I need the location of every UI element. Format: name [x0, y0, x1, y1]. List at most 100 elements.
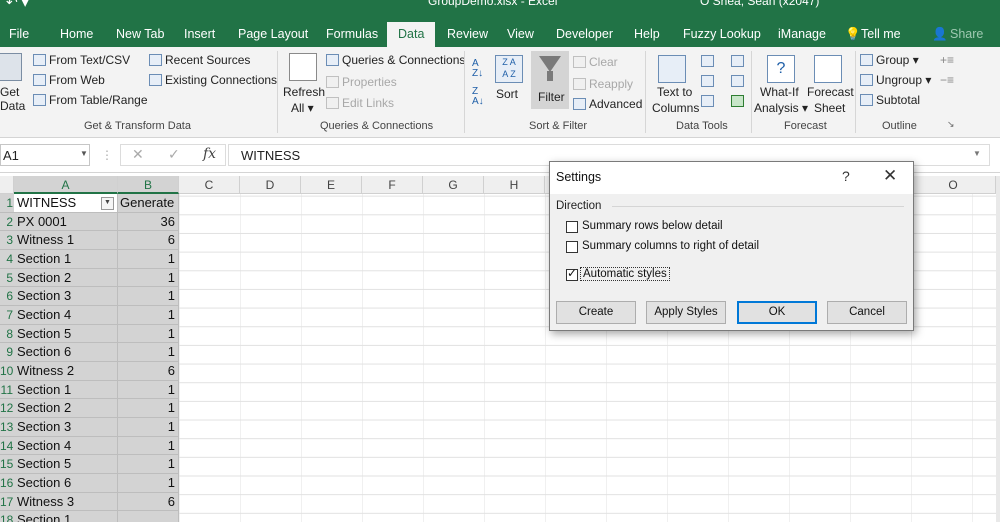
cell-a[interactable]: Witness 1: [14, 231, 118, 250]
what-if-icon[interactable]: ?: [767, 55, 795, 83]
cell-b[interactable]: 1: [118, 399, 179, 419]
cell-a[interactable]: Section 6: [14, 474, 118, 493]
cell-a[interactable]: Section 4: [14, 436, 118, 456]
data-model-icon[interactable]: [731, 95, 744, 107]
sort-ascending-icon[interactable]: A Z↓: [472, 59, 483, 79]
cancel-icon[interactable]: ✕: [132, 146, 144, 163]
undo-icon[interactable]: ↶ ▾: [6, 0, 29, 11]
cell-a[interactable]: Witness 3: [14, 492, 118, 512]
column-header-b[interactable]: B: [118, 176, 179, 194]
summary-rows-checkbox[interactable]: [566, 221, 578, 233]
row-header[interactable]: 9: [0, 343, 14, 363]
column-header-a[interactable]: A: [14, 176, 118, 194]
cell-b[interactable]: 1: [118, 250, 179, 269]
refresh-all-button[interactable]: Refresh: [283, 85, 325, 99]
hide-detail-icon[interactable]: −≡: [940, 73, 954, 87]
refresh-icon[interactable]: [289, 53, 317, 81]
from-table-range-button[interactable]: From Table/Range: [33, 93, 148, 107]
column-header-h[interactable]: H: [484, 176, 545, 194]
cell-b[interactable]: 1: [118, 474, 179, 493]
refresh-all-label[interactable]: All ▾: [291, 101, 314, 115]
column-header-f[interactable]: F: [362, 176, 423, 194]
sort-button[interactable]: Sort: [496, 87, 518, 101]
row-header[interactable]: 1: [0, 194, 14, 213]
tab-imanage[interactable]: iManage: [778, 22, 826, 47]
cell-a[interactable]: Section 6: [14, 343, 118, 363]
row-header[interactable]: 14: [0, 436, 14, 456]
tab-new-tab[interactable]: New Tab: [116, 22, 164, 47]
insert-function-icon[interactable]: fx: [203, 146, 216, 162]
chevron-down-icon[interactable]: ▼: [80, 149, 88, 158]
tab-review[interactable]: Review: [447, 22, 488, 47]
cell-b[interactable]: 6: [118, 231, 179, 250]
cell-a[interactable]: PX 0001: [14, 212, 118, 232]
cell-b[interactable]: 1: [118, 287, 179, 306]
clear-button[interactable]: Clear: [573, 55, 618, 69]
expand-formula-icon[interactable]: ▼: [973, 149, 981, 158]
text-to-columns-button[interactable]: Text to: [657, 85, 692, 99]
ungroup-button[interactable]: Ungroup ▾: [860, 73, 931, 87]
tab-developer[interactable]: Developer: [556, 22, 613, 47]
forecast-sheet-button[interactable]: Forecast: [807, 85, 854, 99]
filter-dropdown-icon[interactable]: ▼: [101, 197, 114, 210]
cell-b[interactable]: 36: [118, 212, 179, 232]
summary-columns-label[interactable]: Summary columns to right of detail: [582, 240, 759, 252]
dialog-titlebar[interactable]: Settings ? ✕: [550, 162, 913, 194]
person-icon[interactable]: 👤: [932, 22, 948, 47]
tab-fuzzy-lookup[interactable]: Fuzzy Lookup: [683, 22, 761, 47]
cell-a[interactable]: Section 3: [14, 287, 118, 306]
sort-descending-icon[interactable]: Z A↓: [472, 87, 484, 107]
share-button[interactable]: Share: [950, 22, 983, 47]
show-detail-icon[interactable]: +≡: [940, 53, 954, 67]
apply-styles-button[interactable]: Apply Styles: [646, 301, 726, 324]
column-header-e[interactable]: E: [301, 176, 362, 194]
consolidate-icon[interactable]: [731, 55, 744, 67]
row-header[interactable]: 12: [0, 399, 14, 419]
from-text-csv-button[interactable]: From Text/CSV: [33, 53, 130, 67]
cell-a[interactable]: Section 3: [14, 418, 118, 437]
create-button[interactable]: Create: [556, 301, 636, 324]
get-data-button[interactable]: Get Data: [0, 85, 25, 113]
select-all-corner[interactable]: [0, 176, 14, 194]
row-header[interactable]: 5: [0, 268, 14, 288]
ok-button[interactable]: OK: [737, 301, 817, 324]
text-to-columns-label[interactable]: Columns: [652, 101, 699, 115]
row-header[interactable]: 3: [0, 231, 14, 250]
advanced-button[interactable]: Advanced: [573, 97, 642, 111]
cell-b[interactable]: 1: [118, 418, 179, 437]
help-icon[interactable]: ?: [842, 168, 850, 184]
flash-fill-icon[interactable]: [701, 55, 714, 67]
row-header[interactable]: 10: [0, 362, 14, 381]
recent-sources-button[interactable]: Recent Sources: [149, 53, 250, 67]
filter-button[interactable]: Filter: [531, 51, 569, 109]
cell-b[interactable]: 1: [118, 324, 179, 344]
vertical-scrollbar[interactable]: [996, 176, 1000, 522]
row-header[interactable]: 15: [0, 455, 14, 475]
subtotal-button[interactable]: Subtotal: [860, 93, 920, 107]
column-header-g[interactable]: G: [423, 176, 484, 194]
cell-b[interactable]: 1: [118, 268, 179, 288]
summary-rows-label[interactable]: Summary rows below detail: [582, 220, 723, 232]
column-header-o[interactable]: O: [911, 176, 996, 194]
row-header[interactable]: 13: [0, 418, 14, 437]
automatic-styles-checkbox[interactable]: [566, 266, 578, 281]
from-web-button[interactable]: From Web: [33, 73, 105, 87]
remove-duplicates-icon[interactable]: [701, 75, 714, 87]
header-cell-witness[interactable]: WITNESS ▼: [14, 194, 118, 213]
cell-b[interactable]: 1: [118, 380, 179, 400]
enter-icon[interactable]: ✓: [168, 146, 180, 163]
cell-a[interactable]: Section 2: [14, 399, 118, 419]
cell-b[interactable]: 6: [118, 492, 179, 512]
cell-b[interactable]: 1: [118, 343, 179, 363]
tab-file[interactable]: File: [9, 22, 29, 47]
summary-columns-checkbox[interactable]: [566, 241, 578, 253]
row-header[interactable]: 6: [0, 287, 14, 306]
row-header[interactable]: 11: [0, 380, 14, 400]
name-box[interactable]: A1: [0, 144, 90, 166]
tab-page-layout[interactable]: Page Layout: [238, 22, 308, 47]
cell-b[interactable]: 1: [118, 306, 179, 325]
cell-b[interactable]: 1: [118, 436, 179, 456]
cancel-button[interactable]: Cancel: [827, 301, 907, 324]
cell-a[interactable]: Section 1: [14, 250, 118, 269]
column-header-d[interactable]: D: [240, 176, 301, 194]
